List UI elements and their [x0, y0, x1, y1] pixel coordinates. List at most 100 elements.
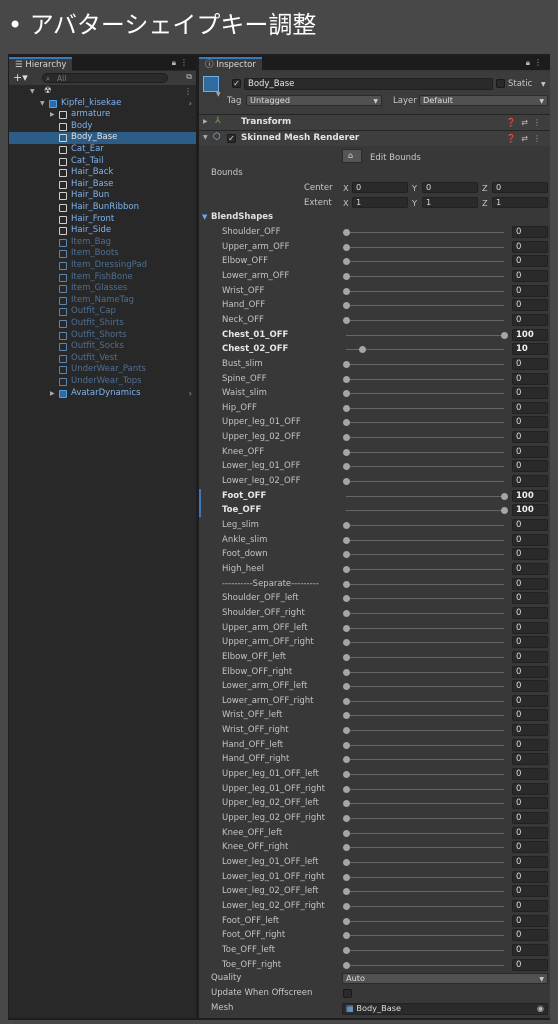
- blendshape-slider[interactable]: [346, 422, 504, 424]
- collapsed-arrow-icon[interactable]: ▶: [50, 388, 55, 400]
- hierarchy-row[interactable]: Hair_BunRibbon: [9, 202, 196, 214]
- blendshape-slider[interactable]: [346, 568, 504, 570]
- blendshape-value-field[interactable]: 100: [512, 328, 548, 341]
- tab-hierarchy[interactable]: ☰ Hierarchy: [9, 57, 73, 72]
- blendshape-value-field[interactable]: 0: [512, 313, 548, 326]
- lock-icon[interactable]: 🔒︎: [526, 58, 534, 67]
- expand-arrow-icon[interactable]: ▼: [30, 86, 35, 98]
- blendshape-value-field[interactable]: 0: [512, 709, 548, 722]
- blendshape-slider[interactable]: [346, 671, 504, 673]
- slider-knob[interactable]: [343, 258, 350, 266]
- blendshape-value-field[interactable]: 0: [512, 606, 548, 619]
- blendshape-value-field[interactable]: 0: [512, 269, 548, 282]
- slider-knob[interactable]: [501, 331, 508, 339]
- kebab-menu-icon[interactable]: ⋮: [180, 58, 192, 67]
- hierarchy-row[interactable]: ▶ AvatarDynamics ›: [9, 388, 196, 400]
- blendshape-value-field[interactable]: 0: [512, 445, 548, 458]
- blendshape-slider[interactable]: [346, 847, 504, 849]
- blendshape-slider[interactable]: [346, 525, 504, 526]
- slider-knob[interactable]: [343, 917, 350, 925]
- help-icon[interactable]: ❓: [506, 118, 521, 127]
- blendshape-slider[interactable]: [346, 744, 504, 746]
- slider-knob[interactable]: [343, 815, 350, 822]
- blendshape-value-field[interactable]: 0: [512, 431, 548, 444]
- blendshape-slider[interactable]: [346, 437, 504, 439]
- blendshape-slider[interactable]: [346, 612, 504, 614]
- blendshape-value-field[interactable]: 0: [512, 782, 548, 795]
- blendshape-value-field[interactable]: 0: [512, 240, 548, 253]
- preset-icon[interactable]: ⇄: [521, 118, 533, 127]
- blendshape-value-field[interactable]: 0: [512, 636, 548, 649]
- slider-knob[interactable]: [343, 932, 350, 940]
- blendshape-slider[interactable]: [346, 583, 504, 585]
- blendshape-slider[interactable]: [346, 378, 504, 380]
- slider-knob[interactable]: [343, 712, 350, 720]
- blendshape-slider[interactable]: [346, 598, 504, 600]
- blendshape-slider[interactable]: [346, 803, 504, 805]
- blendshape-slider[interactable]: [346, 232, 504, 233]
- blendshape-value-field[interactable]: 0: [512, 475, 548, 488]
- blendshape-value-field[interactable]: 0: [512, 226, 548, 238]
- slider-knob[interactable]: [501, 507, 508, 515]
- extent-z-field[interactable]: 1: [492, 197, 548, 208]
- blendshape-value-field[interactable]: 0: [512, 621, 548, 634]
- blendshape-value-field[interactable]: 0: [512, 943, 548, 956]
- blendshape-value-field[interactable]: 0: [512, 357, 548, 370]
- smr-enabled-checkbox[interactable]: ✓: [227, 134, 236, 143]
- blendshape-value-field[interactable]: 0: [512, 533, 548, 546]
- blendshape-slider[interactable]: [346, 920, 504, 922]
- slider-knob[interactable]: [343, 697, 350, 705]
- slider-knob[interactable]: [343, 375, 350, 383]
- slider-knob[interactable]: [343, 463, 350, 471]
- blendshape-value-field[interactable]: 0: [512, 416, 548, 429]
- slider-knob[interactable]: [343, 390, 350, 398]
- blendshape-slider[interactable]: [346, 949, 504, 951]
- blendshape-slider[interactable]: [346, 700, 504, 702]
- blendshape-slider[interactable]: [346, 466, 504, 468]
- hierarchy-row[interactable]: UnderWear_Pants: [9, 364, 196, 376]
- blendshape-slider[interactable]: [346, 451, 504, 453]
- hierarchy-row[interactable]: Item_FishBone: [9, 272, 196, 284]
- slider-knob[interactable]: [343, 551, 350, 559]
- blendshape-slider[interactable]: [346, 876, 504, 878]
- slider-knob[interactable]: [343, 829, 350, 837]
- hierarchy-row[interactable]: Item_Glasses: [9, 283, 196, 295]
- slider-knob[interactable]: [343, 771, 350, 779]
- transform-component-header[interactable]: ▶ ⅄ Transform ❓⇄⋮: [199, 114, 550, 130]
- blendshape-value-field[interactable]: 0: [512, 650, 548, 663]
- skinned-mesh-renderer-header[interactable]: ▼ ⬡ ✓ Skinned Mesh Renderer ❓⇄⋮: [199, 130, 550, 146]
- blendshape-value-field[interactable]: 0: [512, 592, 548, 605]
- slider-knob[interactable]: [343, 609, 350, 617]
- mesh-object-field[interactable]: ▦ Body_Base ◉: [342, 1003, 548, 1015]
- blendshape-value-field[interactable]: 0: [512, 519, 548, 531]
- hierarchy-row[interactable]: Hair_Side: [9, 225, 196, 237]
- extent-y-field[interactable]: 1: [422, 197, 478, 208]
- hierarchy-row[interactable]: Outfit_Cap: [9, 306, 196, 318]
- slider-knob[interactable]: [343, 229, 350, 236]
- slider-knob[interactable]: [343, 858, 350, 866]
- slider-knob[interactable]: [358, 346, 366, 354]
- slider-knob[interactable]: [343, 902, 350, 910]
- slider-knob[interactable]: [343, 478, 350, 486]
- slider-knob[interactable]: [343, 243, 350, 251]
- quality-dropdown[interactable]: Auto ▼: [342, 973, 548, 984]
- hierarchy-row[interactable]: Cat_Tail: [9, 156, 196, 168]
- blendshape-value-field[interactable]: 0: [512, 401, 548, 414]
- blendshape-slider[interactable]: [346, 305, 504, 307]
- hierarchy-row[interactable]: Hair_Bun: [9, 190, 196, 202]
- blendshape-value-field[interactable]: 0: [512, 372, 548, 385]
- layer-dropdown[interactable]: Default ▼: [419, 95, 548, 106]
- blendshape-value-field[interactable]: 0: [512, 284, 548, 297]
- kebab-menu-icon[interactable]: ⋮: [533, 134, 546, 143]
- blendshape-slider[interactable]: [346, 319, 504, 321]
- blendshape-slider[interactable]: [346, 656, 504, 658]
- lock-icon[interactable]: 🔒︎: [172, 58, 180, 67]
- center-x-field[interactable]: 0: [352, 182, 408, 193]
- blendshape-value-field[interactable]: 0: [512, 724, 548, 737]
- static-checkbox[interactable]: [496, 79, 505, 88]
- extent-x-field[interactable]: 1: [352, 197, 408, 208]
- slider-knob[interactable]: [343, 888, 350, 896]
- slider-knob[interactable]: [343, 419, 350, 427]
- open-prefab-chevron-icon[interactable]: ›: [189, 388, 192, 400]
- slider-knob[interactable]: [343, 434, 350, 442]
